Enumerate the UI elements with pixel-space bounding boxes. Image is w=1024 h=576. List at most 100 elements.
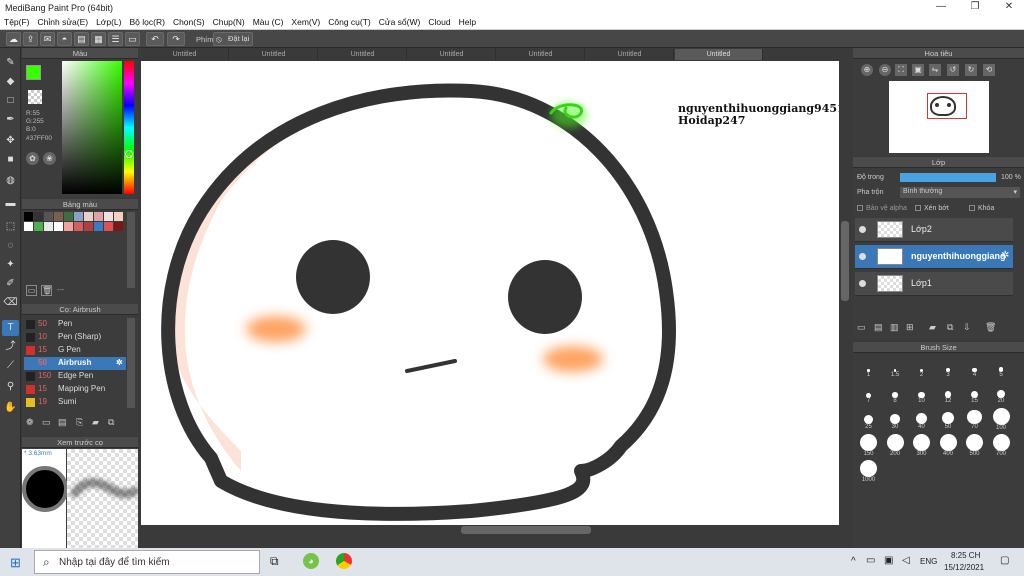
color-wheel-icon[interactable]: ✿ xyxy=(26,152,39,165)
doc-icon[interactable]: ▭ xyxy=(125,32,140,46)
brush-size-option[interactable]: 1.5 xyxy=(884,356,907,384)
trash-icon[interactable]: 🗑 xyxy=(985,322,996,333)
rect-tool-icon[interactable]: □ xyxy=(2,93,19,109)
lock-checkbox[interactable]: Khóa xyxy=(969,205,994,212)
palette-swatch[interactable] xyxy=(34,222,43,231)
vertical-scrollbar[interactable] xyxy=(839,61,851,525)
eyedropper-icon[interactable]: ⚲ xyxy=(2,379,19,395)
palette-swatch[interactable] xyxy=(84,212,93,221)
palette-swatch[interactable] xyxy=(74,212,83,221)
menu-color[interactable]: Màu (C) xyxy=(249,16,288,28)
battery-icon[interactable]: ▭ xyxy=(866,555,875,566)
palette-swatch[interactable] xyxy=(34,212,43,221)
brush-size-option[interactable]: 200 xyxy=(884,434,907,462)
palette-swatch[interactable] xyxy=(54,212,63,221)
layer-row[interactable]: Lớp2 xyxy=(855,218,1013,242)
foreground-color-swatch[interactable] xyxy=(26,65,41,80)
palette-swatch[interactable] xyxy=(114,222,123,231)
tab-document[interactable]: Untitled xyxy=(497,49,585,60)
lasso-tool-icon[interactable]: ◌ xyxy=(2,238,19,254)
comment-icon[interactable]: ✉ xyxy=(40,32,55,46)
palette-swatch[interactable] xyxy=(104,222,113,231)
palette-swatch[interactable] xyxy=(104,212,113,221)
delete-color-icon[interactable]: 🗑 xyxy=(41,285,52,296)
horizontal-scroll-thumb[interactable] xyxy=(461,526,591,534)
clock-time[interactable]: 8:25 CH xyxy=(951,551,980,560)
select-eraser-icon[interactable]: ⌫ xyxy=(2,295,19,311)
list-icon[interactable]: ☰ xyxy=(108,32,123,46)
windows-start-icon[interactable]: ⊞ xyxy=(10,555,21,571)
language-indicator[interactable]: ENG xyxy=(920,557,937,566)
task-view-icon[interactable]: ⧉ xyxy=(270,554,279,569)
palette-swatch[interactable] xyxy=(94,222,103,231)
brush-size-option[interactable]: 50 xyxy=(937,408,960,436)
brush-size-option[interactable]: 100 xyxy=(990,408,1013,436)
folder-icon[interactable]: ▰ xyxy=(929,322,936,333)
brush-item[interactable]: 10 Pen (Sharp) xyxy=(24,331,126,344)
zoom-in-icon[interactable]: ⊕ xyxy=(861,64,873,76)
tab-document[interactable]: Untitled xyxy=(586,49,674,60)
move-tool-icon[interactable]: ✥ xyxy=(2,133,19,149)
operation-tool-icon[interactable]: ⤴ xyxy=(2,339,19,355)
medibang-app-icon[interactable]: ◕ xyxy=(303,553,319,569)
layer-row[interactable]: Lớp1 xyxy=(855,272,1013,296)
maximize-button[interactable]: ❐ xyxy=(960,1,990,15)
add-layer-menu-icon[interactable]: ⊞ xyxy=(906,322,914,333)
palette-swatch[interactable] xyxy=(64,222,73,231)
page-icon[interactable]: ▤ xyxy=(74,32,89,46)
vertical-scroll-thumb[interactable] xyxy=(841,221,849,301)
select-tool-icon[interactable]: ⬚ xyxy=(2,219,19,235)
tab-document[interactable]: Untitled xyxy=(408,49,496,60)
palette-swatch[interactable] xyxy=(44,222,53,231)
menu-layer[interactable]: Lớp(L) xyxy=(92,16,125,28)
visibility-icon[interactable] xyxy=(859,226,866,233)
new-layer-icon[interactable]: ▭ xyxy=(857,322,866,333)
new-8bit-layer-icon[interactable]: ▥ xyxy=(890,322,899,333)
menu-edit[interactable]: Chỉnh sửa(E) xyxy=(34,16,93,28)
palette-swatch[interactable] xyxy=(114,212,123,221)
notification-icon[interactable]: ▢ xyxy=(1000,555,1009,566)
cloud-icon[interactable]: ☁ xyxy=(6,32,21,46)
brush-size-option[interactable]: 300 xyxy=(910,434,933,462)
add-color-icon[interactable]: ▭ xyxy=(26,285,37,296)
horizontal-scrollbar[interactable] xyxy=(141,525,839,535)
divide-tool-icon[interactable]: ⟋ xyxy=(2,358,19,374)
gear-icon[interactable]: ✲ xyxy=(1001,250,1009,261)
rotate-right-icon[interactable]: ↻ xyxy=(965,64,977,76)
clipping-checkbox[interactable]: Xén bớt xyxy=(915,205,949,212)
volume-icon[interactable]: ◁ xyxy=(902,555,910,566)
brush-size-option[interactable]: 7 xyxy=(857,382,880,410)
transparent-swatch[interactable] xyxy=(28,90,42,104)
gear-icon[interactable]: ✲ xyxy=(116,358,123,367)
color-mode-icon[interactable]: ❀ xyxy=(43,152,56,165)
brush-size-option[interactable]: 10 xyxy=(910,382,933,410)
blend-mode-select[interactable]: Bình thường ▾ xyxy=(900,187,1020,198)
folder-icon[interactable]: ▰ xyxy=(92,417,103,428)
hue-slider[interactable] xyxy=(124,61,134,194)
new-brush-icon[interactable]: ▭ xyxy=(42,417,53,428)
merge-layer-icon[interactable]: ⇩ xyxy=(963,322,971,333)
opacity-slider[interactable] xyxy=(900,173,996,182)
fill-tool-icon[interactable]: ◍ xyxy=(2,173,19,189)
layer-row-selected[interactable]: nguyenthihuonggiang ✲ xyxy=(855,245,1013,269)
brush-settings-icon[interactable]: ▤ xyxy=(58,417,69,428)
brush-size-option[interactable]: 1 xyxy=(857,356,880,384)
clock-date[interactable]: 15/12/2021 xyxy=(944,563,984,572)
add-brush-icon[interactable]: ❁ xyxy=(26,417,37,428)
brush-size-option[interactable]: 30 xyxy=(884,408,907,436)
magic-wand-icon[interactable]: ✦ xyxy=(2,257,19,273)
menu-snap[interactable]: Chụp(N) xyxy=(209,16,249,28)
brush-item[interactable]: 19 Sumi xyxy=(24,396,126,409)
menu-cloud[interactable]: Cloud xyxy=(424,16,454,28)
brush-size-option[interactable]: 1000 xyxy=(857,460,880,488)
palette-scrollbar[interactable] xyxy=(127,212,135,288)
tab-document[interactable]: Untitled xyxy=(141,49,229,60)
menu-view[interactable]: Xem(V) xyxy=(287,16,324,28)
palette-swatch[interactable] xyxy=(64,212,73,221)
palette-swatch[interactable] xyxy=(24,212,33,221)
brush-item[interactable]: 150 Edge Pen xyxy=(24,370,126,383)
palette-swatch[interactable] xyxy=(74,222,83,231)
redo-icon[interactable]: ↷ xyxy=(167,32,185,46)
brush-scrollbar[interactable] xyxy=(127,318,135,408)
hue-handle[interactable] xyxy=(125,150,133,158)
